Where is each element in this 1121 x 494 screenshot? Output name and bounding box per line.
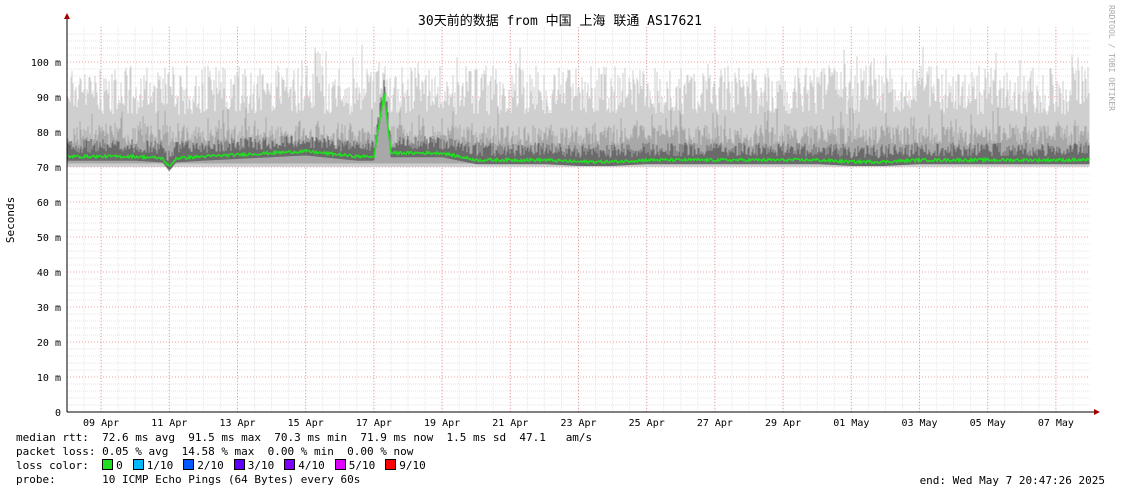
rrdtool-watermark: RRDTOOL / TOBI OETIKER bbox=[1107, 5, 1116, 111]
x-tick-label: 05 May bbox=[970, 418, 1006, 429]
loss-color-label-text: 1/10 bbox=[146, 459, 174, 472]
loss-color-swatches: 0 1/10 2/10 3/10 4/10 5/10 9/10 bbox=[102, 459, 436, 472]
y-axis-label: Seconds bbox=[4, 197, 17, 243]
loss-color-swatch bbox=[334, 459, 346, 470]
loss-color-label-text: 2/10 bbox=[197, 459, 224, 472]
y-tick-label: 100 m bbox=[31, 58, 61, 69]
probe-value: 10 ICMP Echo Pings (64 Bytes) every 60s bbox=[102, 473, 361, 486]
x-tick-label: 19 Apr bbox=[424, 418, 460, 429]
x-tick-label: 11 Apr bbox=[151, 418, 187, 429]
y-tick-label: 0 bbox=[55, 408, 61, 419]
x-tick-label: 01 May bbox=[833, 418, 869, 429]
x-tick-label: 29 Apr bbox=[765, 418, 801, 429]
loss-color-swatch bbox=[385, 459, 397, 470]
probe-label: probe: bbox=[16, 473, 56, 486]
loss-color-item: 4/10 bbox=[284, 459, 325, 473]
smokeping-chart: 30天前的数据 from 中国 上海 联通 AS17621 RRDTOOL / … bbox=[4, 5, 1116, 429]
x-tick-label: 03 May bbox=[901, 418, 937, 429]
y-tick-label: 60 m bbox=[37, 198, 61, 209]
x-tick-label: 07 May bbox=[1038, 418, 1074, 429]
y-tick-label: 50 m bbox=[37, 233, 61, 244]
legend-loss-color: loss color: 0 1/10 2/10 3/10 4/10 5/10 9/10 bbox=[16, 459, 436, 473]
x-tick-label: 27 Apr bbox=[697, 418, 733, 429]
y-tick-label: 30 m bbox=[37, 303, 61, 314]
x-tick-label: 09 Apr bbox=[83, 418, 119, 429]
median-rtt-label: median rtt: bbox=[16, 431, 89, 444]
loss-color-item: 1/10 bbox=[132, 459, 174, 473]
packet-loss-values: 0.05 % avg 14.58 % max 0.00 % min 0.00 %… bbox=[102, 445, 414, 458]
y-tick-label: 20 m bbox=[37, 338, 61, 349]
y-tick-label: 40 m bbox=[37, 268, 61, 279]
chart-title: 30天前的数据 from 中国 上海 联通 AS17621 bbox=[418, 13, 702, 29]
loss-color-item: 2/10 bbox=[183, 459, 224, 473]
legend-median-rtt: median rtt: 72.6 ms avg 91.5 ms max 70.3… bbox=[16, 431, 592, 445]
y-tick-label: 10 m bbox=[37, 373, 61, 384]
loss-color-label-text: 4/10 bbox=[298, 459, 325, 472]
x-tick-label: 13 Apr bbox=[219, 418, 255, 429]
loss-color-item: 3/10 bbox=[233, 459, 275, 473]
loss-color-item: 9/10 bbox=[385, 459, 426, 473]
loss-color-swatch bbox=[284, 459, 296, 470]
loss-color-swatch bbox=[183, 459, 195, 470]
end-time: end: Wed May 7 20:47:26 2025 bbox=[919, 474, 1105, 487]
median-rtt-values: 72.6 ms avg 91.5 ms max 70.3 ms min 71.9… bbox=[102, 431, 593, 444]
packet-loss-label: packet loss: bbox=[16, 445, 96, 458]
x-axis-arrow bbox=[1094, 409, 1100, 415]
y-axis-arrow bbox=[64, 13, 70, 19]
loss-color-swatch bbox=[102, 459, 114, 470]
x-tick-label: 23 Apr bbox=[560, 418, 596, 429]
loss-color-label-text: 5/10 bbox=[348, 459, 376, 472]
x-tick-label: 17 Apr bbox=[356, 418, 392, 429]
loss-color-label-text: 3/10 bbox=[247, 459, 275, 472]
loss-color-swatch bbox=[132, 459, 144, 470]
loss-color-item: 0 bbox=[102, 459, 123, 473]
legend-packet-loss: packet loss: 0.05 % avg 14.58 % max 0.00… bbox=[16, 445, 413, 459]
loss-color-swatch bbox=[233, 459, 245, 470]
x-tick-label: 25 Apr bbox=[629, 418, 665, 429]
x-tick-label: 15 Apr bbox=[288, 418, 324, 429]
loss-color-label-text: 9/10 bbox=[399, 459, 426, 472]
y-tick-label: 90 m bbox=[37, 93, 61, 104]
y-tick-label: 80 m bbox=[37, 128, 61, 139]
x-tick-label: 21 Apr bbox=[492, 418, 528, 429]
y-tick-label: 70 m bbox=[37, 163, 61, 174]
loss-color-item: 5/10 bbox=[334, 459, 376, 473]
legend-probe: probe: 10 ICMP Echo Pings (64 Bytes) eve… bbox=[16, 473, 360, 487]
loss-color-label: loss color: bbox=[16, 459, 89, 472]
loss-color-label-text: 0 bbox=[116, 459, 123, 472]
